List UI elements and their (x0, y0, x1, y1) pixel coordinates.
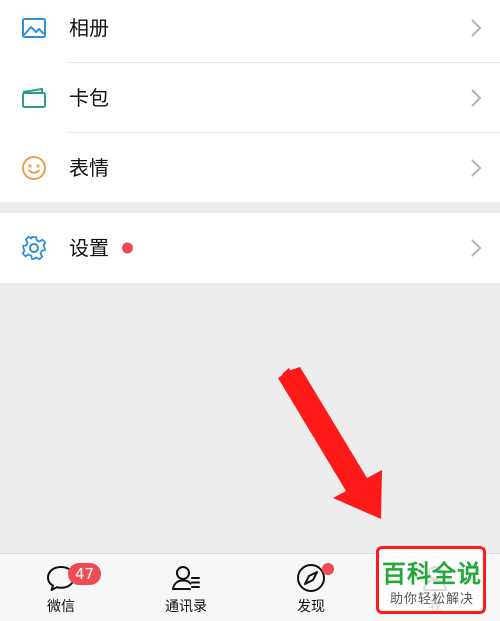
notification-dot (322, 563, 334, 575)
chevron-right-icon (470, 238, 482, 258)
contacts-icon (170, 562, 202, 594)
tab-label: 通讯录 (165, 599, 207, 615)
menu-group-settings: 设置 (0, 213, 500, 283)
watermark-subtitle: 助你轻松解决 (389, 592, 474, 607)
menu-item-label: 设置 (69, 236, 109, 260)
menu-item-label: 表情 (69, 156, 109, 180)
menu-group-primary: 相册 卡包 表情 (0, 0, 500, 202)
unread-count-badge: 47 (68, 563, 102, 585)
notification-dot (122, 242, 133, 254)
menu-item-label: 卡包 (69, 86, 109, 110)
chevron-right-icon (470, 158, 482, 178)
tab-label: 微信 (47, 599, 75, 615)
menu-item-card-wallet[interactable]: 卡包 (0, 63, 500, 133)
tab-label: 发现 (297, 599, 325, 615)
gear-icon (20, 234, 48, 262)
tab-contacts[interactable]: 通讯录 (136, 554, 236, 621)
card-wallet-icon (20, 84, 48, 112)
menu-item-album[interactable]: 相册 (0, 0, 500, 63)
menu-item-stickers[interactable]: 表情 (0, 133, 500, 203)
chevron-right-icon (470, 18, 482, 38)
chevron-right-icon (470, 88, 482, 108)
smiley-face-icon (20, 154, 48, 182)
menu-item-settings[interactable]: 设置 (0, 213, 500, 283)
photo-album-icon (20, 14, 48, 42)
watermark-title: 百科全说 (382, 560, 482, 588)
menu-item-label: 相册 (69, 16, 109, 40)
tab-discover[interactable]: 发现 (261, 554, 361, 621)
